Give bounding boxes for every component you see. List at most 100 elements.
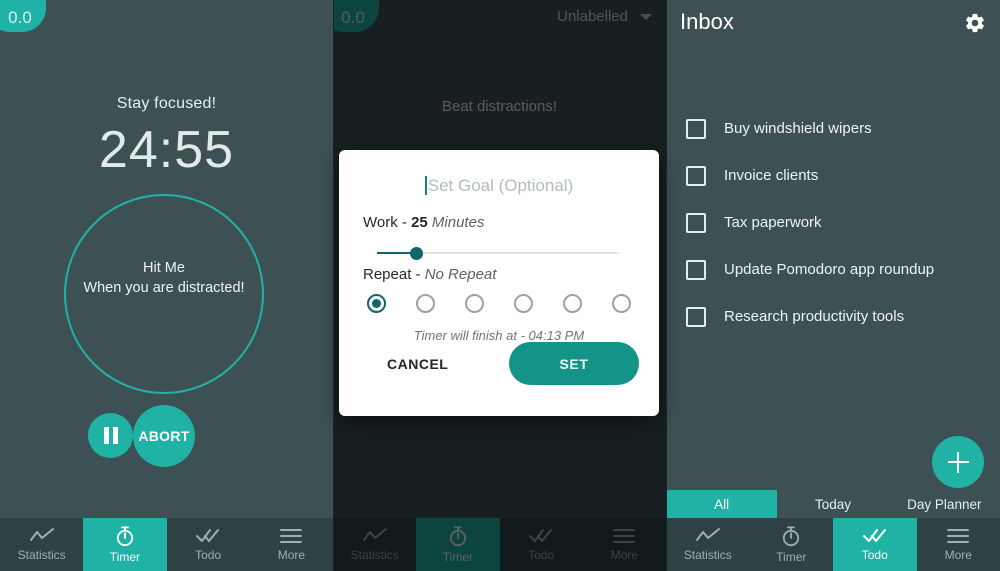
repeat-radio-3[interactable]: [514, 294, 533, 313]
goal-input-placeholder: Set Goal (Optional): [427, 176, 574, 195]
nav-item-timer[interactable]: Timer: [83, 518, 167, 571]
tab-all[interactable]: All: [666, 490, 778, 518]
session-count-value: 0.0: [8, 8, 32, 27]
todo-checkbox[interactable]: [686, 259, 706, 280]
stopwatch-icon: [449, 526, 466, 547]
nav-label-statistics-2: Statistics: [350, 548, 399, 562]
todo-list-item[interactable]: Update Pomodoro app roundup: [666, 246, 1000, 293]
goal-input[interactable]: Set Goal (Optional): [363, 172, 635, 200]
nav-label-todo-2: Todo: [528, 548, 555, 562]
nav-item-more-2[interactable]: More: [583, 518, 666, 571]
nav-item-statistics[interactable]: Statistics: [0, 518, 83, 571]
nav-label-statistics: Statistics: [17, 548, 66, 562]
cancel-button[interactable]: CANCEL: [387, 356, 448, 372]
work-unit: Minutes: [431, 214, 485, 231]
nav-label-todo-3: Todo: [861, 548, 888, 562]
set-button-label: SET: [559, 355, 589, 372]
text-cursor: [424, 176, 427, 195]
label-selector-value: Unlabelled: [557, 8, 628, 25]
distraction-ring-label: Hit Me When you are distracted!: [66, 258, 262, 298]
bottom-navigation-2: Statistics Timer Todo More: [333, 518, 666, 571]
nav-item-more-3[interactable]: More: [917, 518, 1000, 571]
panel-divider-2: [666, 0, 667, 571]
bottom-navigation-3: Statistics Timer Todo More: [666, 518, 1000, 571]
todo-label: Tax paperwork: [724, 214, 822, 231]
hamburger-icon: [280, 529, 303, 543]
tab-day-planner-label: Day Planner: [907, 496, 982, 512]
page-title: Inbox: [680, 9, 734, 34]
timer-controls: ABORT: [0, 405, 333, 468]
work-duration-slider[interactable]: [377, 246, 619, 260]
todo-checkbox[interactable]: [686, 306, 706, 327]
nav-label-todo: Todo: [195, 548, 222, 562]
statistics-icon: [695, 528, 720, 541]
stopwatch-icon: [116, 526, 133, 547]
hamburger-icon: [613, 529, 636, 543]
pause-icon-bar2: [111, 427, 120, 444]
todo-checkbox[interactable]: [686, 118, 706, 139]
tab-all-label: All: [714, 496, 730, 512]
session-count-value-2: 0.0: [341, 8, 365, 27]
nav-item-todo[interactable]: Todo: [167, 518, 250, 571]
chevron-down-icon: [640, 13, 652, 20]
double-check-icon: [196, 529, 220, 542]
nav-item-todo-2[interactable]: Todo: [500, 518, 583, 571]
screenshot-stage: 0.0 Stay focused! 24:55 Hit Me When you …: [0, 0, 1000, 571]
nav-label-more: More: [277, 548, 306, 562]
finish-time-text: Timer will finish at - 04:13 PM: [413, 328, 585, 343]
tab-today[interactable]: Today: [777, 490, 888, 518]
tab-day-planner[interactable]: Day Planner: [889, 490, 1000, 518]
repeat-radio-2[interactable]: [465, 294, 484, 313]
nav-label-timer-3: Timer: [776, 550, 807, 564]
statistics-icon: [29, 528, 54, 541]
nav-item-more[interactable]: More: [250, 518, 333, 571]
repeat-radio-4[interactable]: [563, 294, 582, 313]
settings-button[interactable]: [964, 12, 986, 34]
label-selector[interactable]: Unlabelled: [557, 8, 652, 25]
todo-list-item[interactable]: Tax paperwork: [666, 199, 1000, 246]
abort-button-label: ABORT: [138, 428, 190, 444]
repeat-label: Repeat - No Repeat: [363, 266, 496, 283]
repeat-radio-5[interactable]: [612, 294, 631, 313]
repeat-radio-1[interactable]: [416, 294, 435, 313]
gear-icon: [966, 13, 984, 33]
work-prefix: Work -: [363, 214, 412, 231]
session-count-badge-2: 0.0: [333, 0, 379, 32]
nav-item-statistics-2[interactable]: Statistics: [333, 518, 416, 571]
statistics-icon: [362, 528, 387, 541]
set-button[interactable]: SET: [509, 342, 639, 385]
timer-status-text-2: Beat distractions!: [441, 98, 558, 115]
nav-item-timer-2[interactable]: Timer: [416, 518, 500, 571]
todo-checkbox[interactable]: [686, 212, 706, 233]
set-timer-dialog: Set Goal (Optional) Work - 25 Minutes Re…: [339, 150, 659, 416]
todo-list-item[interactable]: Research productivity tools: [666, 293, 1000, 340]
panel-divider-1: [333, 0, 334, 571]
phone-screen-timer-running: 0.0 Stay focused! 24:55 Hit Me When you …: [0, 0, 333, 571]
nav-item-statistics-3[interactable]: Statistics: [666, 518, 750, 571]
abort-button[interactable]: ABORT: [133, 405, 195, 467]
pause-button[interactable]: [88, 413, 133, 458]
todo-list-item[interactable]: Buy windshield wipers: [666, 105, 1000, 152]
ring-line-2: When you are distracted!: [83, 280, 245, 296]
nav-item-todo-3[interactable]: Todo: [833, 518, 917, 571]
stopwatch-icon: [783, 526, 800, 547]
repeat-radio-0[interactable]: [367, 294, 386, 313]
bottom-navigation-1: Statistics Timer Todo More: [0, 518, 333, 571]
nav-label-timer: Timer: [109, 550, 140, 564]
nav-item-timer-3[interactable]: Timer: [750, 518, 834, 571]
todo-checkbox[interactable]: [686, 165, 706, 186]
todo-list-item[interactable]: Invoice clients: [666, 152, 1000, 199]
double-check-icon: [529, 529, 553, 542]
repeat-value: No Repeat: [424, 266, 497, 283]
nav-label-statistics-3: Statistics: [683, 548, 732, 562]
repeat-radio-group: [367, 294, 631, 313]
nav-label-more-2: More: [610, 548, 639, 562]
cancel-button-label: CANCEL: [387, 356, 449, 372]
ring-line-1: Hit Me: [143, 260, 185, 276]
pause-icon: [102, 427, 111, 444]
todo-label: Buy windshield wipers: [724, 120, 872, 137]
distraction-ring-button[interactable]: Hit Me When you are distracted!: [64, 194, 264, 394]
slider-thumb[interactable]: [410, 247, 423, 260]
timer-countdown: 24:55: [98, 121, 235, 179]
add-todo-fab[interactable]: [932, 436, 984, 488]
